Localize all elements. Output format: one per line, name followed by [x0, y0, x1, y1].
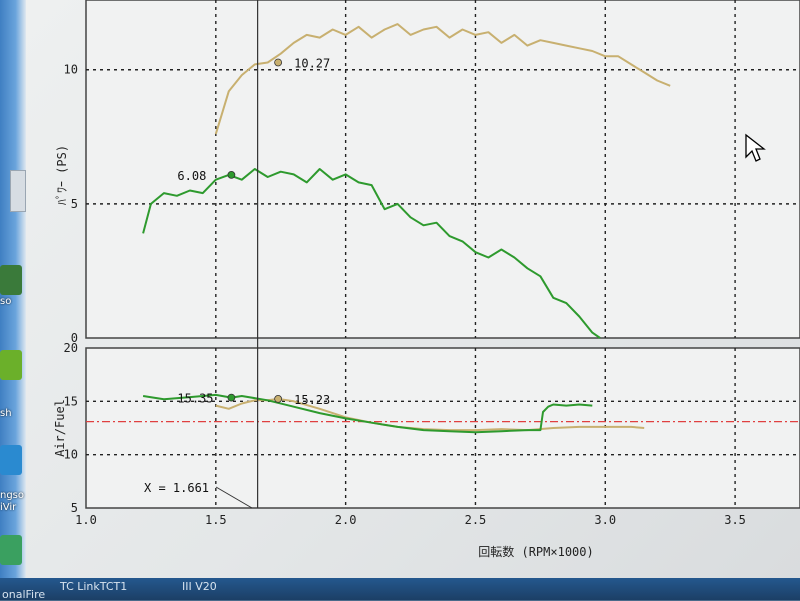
- desktop-icon-label: so: [0, 296, 12, 307]
- rpm-x-tick-label: 3.0: [594, 513, 616, 527]
- desktop-icon[interactable]: [0, 535, 22, 565]
- cursor-readout: X = 1.661: [144, 481, 209, 495]
- desktop-icon-label: sh: [0, 408, 12, 419]
- power-y-axis-label: ﾊﾟﾜｰ (PS): [55, 145, 69, 205]
- desktop-icon[interactable]: [0, 265, 22, 295]
- taskbar-item[interactable]: III V20: [182, 580, 217, 593]
- power-panel: 0510 ﾊﾟﾜｰ (PS) 10.276.08: [55, 0, 800, 345]
- desktop-icon-label: iVir: [0, 502, 17, 513]
- dyno-chart-window: 0 5 10 ﾊﾟﾜｰ (PS) 10.27 6.08 5 10 15 20 Air/Fue…: [26, 0, 800, 578]
- taskbar-item[interactable]: TC LinkTCT1: [60, 580, 127, 593]
- power-y-tick-label: 10: [64, 63, 78, 77]
- afr-value-label-0: 15.35: [177, 392, 213, 406]
- desktop-icon[interactable]: [0, 350, 22, 380]
- mouse-pointer-icon: [745, 133, 766, 162]
- afr-y-axis-label: Air/Fuel: [53, 399, 67, 457]
- afr-panel: 5101520 Air/Fuel 15.35 15.23 1.0 1.5 2.0 2.5…: [53, 341, 800, 559]
- power-value-label-1: 6.08: [177, 169, 206, 183]
- afr-value-label-1: 15.23: [294, 393, 330, 407]
- dyno-chart: 0510 ﾊﾟﾜｰ (PS) 10.276.08 5101520 Air/Fue…: [53, 0, 800, 559]
- x-axis-label: 回転数 (RPM×1000): [478, 544, 593, 559]
- desktop-icon-label: ngso: [0, 490, 25, 501]
- rpm-x-ticks: 1.0 1.5 2.0 2.5 3.0 3.5: [75, 513, 746, 527]
- rpm-x-tick-label: 1.0: [75, 513, 97, 527]
- afr-marker-1: [274, 394, 283, 403]
- rpm-x-tick-label: 3.5: [724, 513, 746, 527]
- window-scrollbar[interactable]: [10, 170, 26, 212]
- afr-marker-0: [227, 393, 236, 402]
- taskbar-label: onalFire: [2, 588, 46, 601]
- power-marker-0: [274, 58, 283, 67]
- desktop-icon[interactable]: [0, 445, 22, 475]
- rpm-x-tick-label: 2.5: [465, 513, 487, 527]
- rpm-x-tick-label: 1.5: [205, 513, 227, 527]
- rpm-x-tick-label: 2.0: [335, 513, 357, 527]
- power-y-tick-label: 5: [71, 197, 78, 211]
- power-marker-1: [227, 171, 236, 179]
- power-value-label-0: 10.27: [294, 57, 330, 71]
- afr-y-tick-label: 20: [64, 341, 78, 355]
